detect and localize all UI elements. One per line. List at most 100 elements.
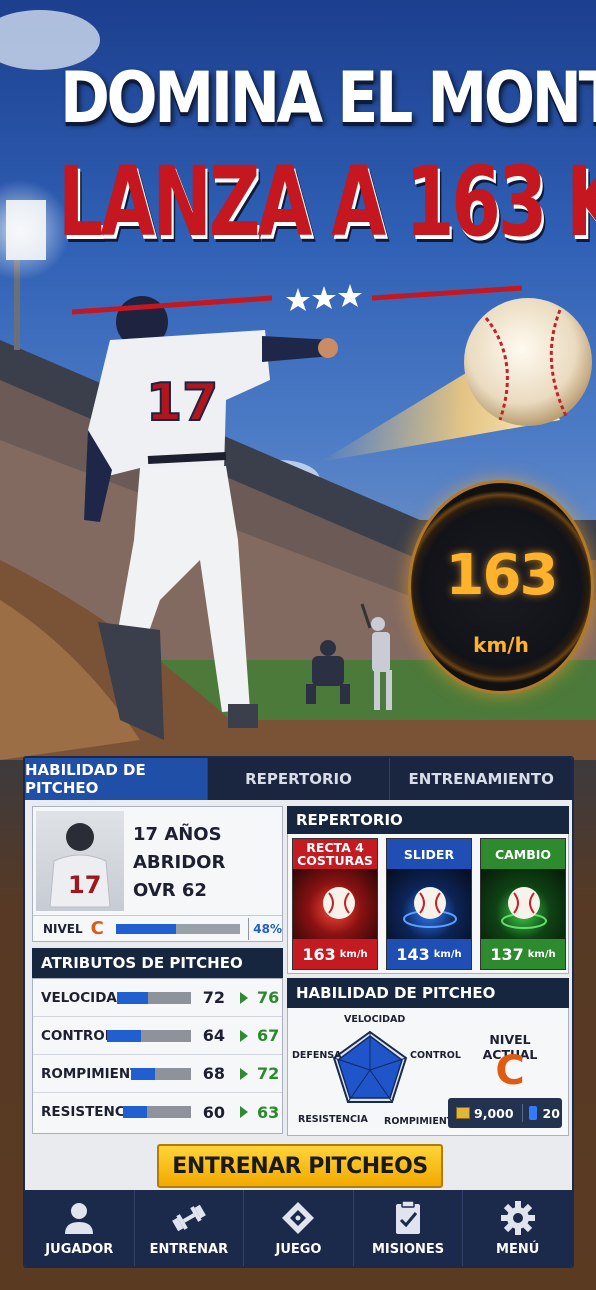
- attribute-next: 76: [257, 988, 280, 1007]
- pitching-panel: HABILIDAD DE PITCHEO REPERTORIO ENTRENAM…: [23, 756, 574, 1268]
- baseball-diamond-icon: [282, 1202, 315, 1234]
- pitch-name: RECTA 4 COSTURAS: [293, 839, 377, 869]
- attribute-current: 60: [202, 1102, 225, 1122]
- pitch-speed: 163 km/h: [293, 939, 377, 969]
- attribute-next: 67: [257, 1026, 280, 1045]
- hero-jersey-number: 17: [146, 373, 218, 433]
- nav-label: MENÚ: [496, 1242, 540, 1257]
- nav-item-jugador[interactable]: JUGADOR: [25, 1190, 135, 1266]
- skill-radar: VELOCIDAD CONTROL ROMPIMIENTO RESISTENCI…: [288, 1008, 461, 1132]
- player-profile-card[interactable]: 17 17 AÑOS ABRIDOR OVR 62 NIVEL C 48%: [32, 806, 283, 942]
- tab-habilidad-de-pitcheo[interactable]: HABILIDAD DE PITCHEO: [25, 758, 208, 800]
- attribute-row: RESISTENCIA 60 63: [33, 1093, 282, 1131]
- attribute-name: VELOCIDAD: [41, 989, 129, 1006]
- attribute-current: 64: [202, 1026, 225, 1045]
- repertorio-header: REPERTORIO: [287, 806, 569, 834]
- nav-label: JUGADOR: [45, 1242, 114, 1257]
- attribute-next: 72: [257, 1064, 280, 1083]
- attribute-row: ROMPIMIENTO 68 72: [33, 1055, 282, 1093]
- nav-label: JUEGO: [275, 1242, 322, 1257]
- avatar-jersey-number: 17: [68, 871, 101, 899]
- radar-label-defensa: DEFENSA: [292, 1050, 342, 1061]
- nav-item-misiones[interactable]: MISIONES: [354, 1190, 464, 1266]
- pitch-name: SLIDER: [387, 839, 471, 869]
- repertorio-box: RECTA 4 COSTURAS 163 km/h SLIDER 143 km/h …: [287, 834, 569, 974]
- tab-entrenamiento[interactable]: ENTRENAMIENTO: [390, 758, 572, 800]
- currency-bar: 9,000 20: [448, 1098, 562, 1128]
- attribute-bar: [107, 1029, 191, 1042]
- attribute-current: 68: [202, 1064, 225, 1083]
- attributes-header: ATRIBUTOS DE PITCHEO: [32, 948, 283, 978]
- arrow-right-icon: [240, 1106, 248, 1118]
- pitch-card-cambio[interactable]: CAMBIO 137 km/h: [480, 838, 566, 970]
- arrow-right-icon: [240, 991, 248, 1004]
- promo-screen: 17 DOMINA EL MONTÍCULO LANZA A 163 KM/H …: [0, 0, 596, 1290]
- person-icon: [65, 1203, 94, 1234]
- level-progress-bar: [115, 923, 241, 934]
- bottom-nav: JUGADOR ENTRENAR JUEGO MISIONES MENÚ: [25, 1190, 572, 1266]
- radar-label-velocidad: VELOCIDAD: [344, 1014, 406, 1025]
- player-ovr: OVR 62: [133, 880, 207, 901]
- level-row: NIVEL C 48%: [33, 915, 282, 941]
- level-progress-fill: [115, 923, 176, 934]
- player-avatar: 17: [36, 811, 124, 911]
- pitch-card-slider[interactable]: SLIDER 143 km/h: [386, 838, 472, 970]
- dumbbell-icon: [172, 1204, 206, 1232]
- level-label: NIVEL: [43, 921, 83, 936]
- clipboard-icon: [396, 1200, 421, 1234]
- attribute-bar-fill: [107, 1029, 141, 1042]
- nav-label: ENTRENAR: [149, 1242, 229, 1257]
- baseball-icon: [481, 869, 565, 941]
- attribute-row: VELOCIDAD 72 76: [33, 979, 282, 1017]
- coins-amount: 9,000: [474, 1105, 514, 1121]
- pitch-name: CAMBIO: [481, 839, 565, 869]
- player-role: ABRIDOR: [133, 852, 226, 873]
- tab-repertorio[interactable]: REPERTORIO: [208, 758, 391, 800]
- pitch-speed-value: 137: [490, 944, 524, 964]
- pitch-speed: 143 km/h: [387, 939, 471, 969]
- habilidad-header: HABILIDAD DE PITCHEO: [287, 978, 569, 1008]
- attribute-next: 63: [257, 1102, 280, 1122]
- attribute-bar: [117, 991, 191, 1004]
- nav-item-juego[interactable]: JUEGO: [244, 1190, 354, 1266]
- arrow-right-icon: [240, 1067, 248, 1080]
- attribute-bar: [123, 1106, 191, 1118]
- arrow-right-icon: [240, 1029, 248, 1042]
- gear-icon: [500, 1201, 535, 1235]
- currency-divider: [521, 1104, 523, 1122]
- attribute-bar-fill: [123, 1106, 148, 1118]
- level-progress-percent: 48%: [253, 921, 282, 936]
- pitch-card-recta[interactable]: RECTA 4 COSTURAS 163 km/h: [292, 838, 378, 970]
- gems-amount: 20: [542, 1105, 560, 1121]
- pitch-speed-value: 163: [302, 944, 336, 964]
- drink-icon: [528, 1106, 537, 1120]
- attribute-current: 72: [202, 988, 225, 1007]
- current-level-grade: C: [495, 1048, 525, 1094]
- speed-gauge: 163 km/h: [408, 480, 594, 694]
- pitch-speed-unit: km/h: [339, 948, 368, 960]
- star-icon: [286, 284, 362, 311]
- coins-icon: [456, 1107, 470, 1119]
- attribute-bar-fill: [117, 991, 149, 1004]
- radar-label-control: CONTROL: [410, 1050, 461, 1061]
- nav-item-entrenar[interactable]: ENTRENAR: [135, 1190, 245, 1266]
- attribute-bar: [131, 1067, 191, 1080]
- attribute-row: CONTROL 64 67: [33, 1017, 282, 1055]
- baseball-icon: [387, 869, 471, 941]
- stars-divider: [72, 284, 522, 315]
- radar-label-resistencia: RESISTENCIA: [298, 1114, 368, 1125]
- attribute-bar-fill: [131, 1067, 155, 1080]
- pitch-speed-value: 143: [396, 944, 430, 964]
- player-age: 17 AÑOS: [133, 824, 222, 845]
- baseball-icon: [293, 869, 377, 941]
- level-grade: C: [90, 918, 104, 939]
- attributes-list: VELOCIDAD 72 76 CONTROL 64 67 ROMPIMIENT…: [32, 978, 283, 1134]
- attribute-name: CONTROL: [41, 1027, 114, 1044]
- hero-title-line-1: DOMINA EL MONTÍCULO: [60, 57, 596, 139]
- pitch-speed: 137 km/h: [481, 939, 565, 969]
- nav-item-menu[interactable]: MENÚ: [463, 1190, 572, 1266]
- gauge-speed-value: 163: [445, 543, 559, 608]
- train-pitching-button[interactable]: ENTRENAR PITCHEOS: [157, 1144, 443, 1188]
- nav-label: MISIONES: [372, 1242, 445, 1257]
- habilidad-box: VELOCIDAD CONTROL ROMPIMIENTO RESISTENCI…: [287, 1008, 569, 1136]
